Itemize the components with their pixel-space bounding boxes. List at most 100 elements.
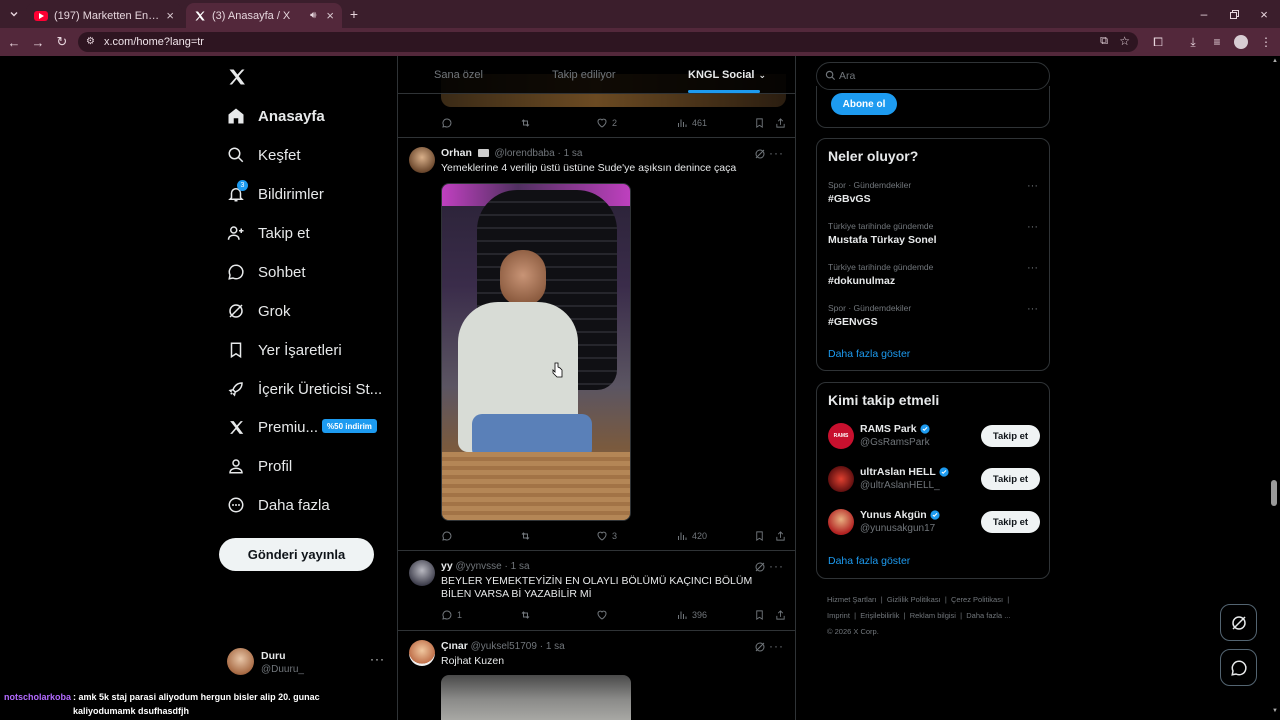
like-button[interactable] xyxy=(596,608,608,622)
new-tab-icon[interactable]: + xyxy=(346,6,362,22)
author-name[interactable]: Çınar xyxy=(441,640,468,652)
follow-suggestion[interactable]: ultrAslan HELL @ultrAslanHELL_ Takip et xyxy=(828,465,1040,495)
scroll-down-icon[interactable]: ▼ xyxy=(1272,708,1278,714)
nav-follow[interactable]: Takip et xyxy=(226,218,310,248)
views-button[interactable]: 420 xyxy=(676,529,707,543)
back-icon[interactable]: ← xyxy=(6,34,22,50)
close-tab-icon[interactable]: × xyxy=(166,8,174,23)
avatar[interactable] xyxy=(409,640,435,666)
minimize-icon[interactable]: – xyxy=(1196,6,1212,22)
footer-link[interactable]: Hizmet Şartları xyxy=(827,595,877,604)
site-info-icon[interactable]: ⚙︎ xyxy=(86,36,95,47)
footer-link[interactable]: Reklam bilgisi xyxy=(910,611,956,620)
tab-kngl-social[interactable]: KNGL Social ⌄ xyxy=(688,56,766,94)
bookmark-icon[interactable] xyxy=(754,529,765,543)
nav-explore[interactable]: Keşfet xyxy=(226,140,301,170)
browser-tab-youtube[interactable]: (197) Marketten En Son Çıkan 2 × xyxy=(26,3,182,28)
share-icon[interactable] xyxy=(775,608,786,622)
footer-link[interactable]: Daha fazla ... xyxy=(966,611,1010,620)
footer-link[interactable]: Erişilebilirlik xyxy=(860,611,899,620)
nav-profile[interactable]: Profil xyxy=(226,451,292,481)
nav-notifications[interactable]: 3 Bildirimler xyxy=(226,179,324,209)
repost-icon[interactable] xyxy=(519,529,532,543)
share-icon[interactable] xyxy=(775,529,786,543)
grok-fab-button[interactable] xyxy=(1220,604,1257,641)
author-name[interactable]: yy xyxy=(441,560,453,572)
nav-more[interactable]: Daha fazla xyxy=(226,490,330,520)
install-app-icon[interactable]: ⧉ xyxy=(1100,35,1108,48)
more-dots-icon[interactable]: ··· xyxy=(1027,221,1038,233)
close-tab-icon[interactable]: × xyxy=(326,8,334,23)
author-handle[interactable]: @lorendbaba xyxy=(494,148,554,159)
bookmark-icon[interactable] xyxy=(754,608,765,622)
grok-icon[interactable] xyxy=(754,641,766,653)
tweet[interactable]: Orhan @lorendbaba · 1 sa ··· Yemeklerine… xyxy=(398,138,795,551)
scrollbar-thumb[interactable] xyxy=(1271,480,1277,506)
trend-item[interactable]: Spor · Gündemdekiler #GENvGS ··· xyxy=(828,303,1038,328)
reload-icon[interactable]: ↻ xyxy=(54,34,70,50)
reply-icon[interactable] xyxy=(441,116,453,130)
more-dots-icon[interactable]: ··· xyxy=(1027,262,1038,274)
share-icon[interactable] xyxy=(775,116,786,130)
avatar[interactable] xyxy=(409,147,435,173)
nav-bookmarks[interactable]: Yer İşaretleri xyxy=(226,335,342,365)
account-switcher[interactable]: Duru @Duuru_ ··· xyxy=(226,644,386,684)
tweet-time[interactable]: 1 sa xyxy=(546,641,565,652)
tweet-time[interactable]: 1 sa xyxy=(564,148,583,159)
trend-item[interactable]: Türkiye tarihinde gündemde #dokunulmaz ·… xyxy=(828,262,1038,287)
follow-suggestion[interactable]: RAMS RAMS Park @GsRamsPark Takip et xyxy=(828,422,1040,452)
like-button[interactable]: 3 xyxy=(596,529,617,543)
more-dots-icon[interactable]: ··· xyxy=(370,652,385,666)
extensions-icon[interactable]: ⧠ xyxy=(1150,34,1166,50)
tweet[interactable]: Çınar @yuksel51709 · 1 sa ··· Rojhat Kuz… xyxy=(398,631,795,720)
tab-search-icon[interactable] xyxy=(6,6,22,22)
messages-fab-button[interactable] xyxy=(1220,649,1257,686)
repost-icon[interactable] xyxy=(519,116,532,130)
author-handle[interactable]: @yuksel51709 xyxy=(471,641,537,652)
nav-home[interactable]: Anasayfa xyxy=(226,101,325,131)
tweet-media[interactable] xyxy=(441,675,631,720)
nav-chat[interactable]: Sohbet xyxy=(226,257,306,287)
avatar[interactable]: RAMS xyxy=(828,423,854,449)
trend-item[interactable]: Spor · Gündemdekiler #GBvGS ··· xyxy=(828,180,1038,205)
reply-button[interactable]: 1 xyxy=(441,608,462,622)
trends-show-more-link[interactable]: Daha fazla göster xyxy=(828,348,910,360)
nav-creator-studio[interactable]: İçerik Üreticisi St... xyxy=(226,374,382,404)
follow-suggestion[interactable]: Yunus Akgün @yunusakgun17 Takip et xyxy=(828,508,1040,538)
close-window-icon[interactable]: × xyxy=(1256,6,1272,22)
subscribe-button[interactable]: Abone ol xyxy=(831,93,897,115)
more-dots-icon[interactable]: ··· xyxy=(1027,303,1038,315)
follow-button[interactable]: Takip et xyxy=(981,511,1040,533)
views-button[interactable]: 396 xyxy=(676,608,707,622)
more-dots-icon[interactable]: ··· xyxy=(1027,180,1038,192)
follow-button[interactable]: Takip et xyxy=(981,425,1040,447)
repost-icon[interactable] xyxy=(519,608,532,622)
forward-icon[interactable]: → xyxy=(30,34,46,50)
follow-button[interactable]: Takip et xyxy=(981,468,1040,490)
browser-tab-x[interactable]: (3) Anasayfa / X 🔊︎ × xyxy=(186,3,342,28)
grok-icon[interactable] xyxy=(754,148,766,160)
footer-link[interactable]: Gizlilik Politikası xyxy=(887,595,941,604)
avatar[interactable] xyxy=(409,560,435,586)
page-scrollbar[interactable]: ▲ ▼ xyxy=(1270,56,1278,720)
grok-icon[interactable] xyxy=(754,561,766,573)
like-button[interactable]: 2 xyxy=(596,116,617,130)
browser-menu-icon[interactable]: ⋮ xyxy=(1258,34,1274,50)
download-icon[interactable]: ⤓ xyxy=(1185,34,1201,50)
avatar[interactable] xyxy=(828,509,854,535)
reply-button[interactable] xyxy=(441,529,453,543)
x-logo-icon[interactable] xyxy=(227,67,247,87)
tweet[interactable]: yy @yynvsse · 1 sa ··· BEYLER YEMEKTEYİZ… xyxy=(398,551,795,631)
restore-icon[interactable] xyxy=(1226,6,1242,22)
media-control-icon[interactable]: ≡ xyxy=(1209,34,1225,50)
profile-avatar-icon[interactable] xyxy=(1233,34,1249,50)
more-dots-icon[interactable]: ··· xyxy=(769,639,784,653)
avatar[interactable] xyxy=(828,466,854,492)
author-handle[interactable]: @yynvsse xyxy=(455,561,501,572)
address-bar[interactable]: ⚙︎ x.com/home?lang=tr ⧉ ☆ xyxy=(78,32,1138,52)
views-button[interactable]: 461 xyxy=(676,116,707,130)
speaker-icon[interactable]: 🔊︎ xyxy=(310,10,316,21)
tweet-video[interactable] xyxy=(441,183,631,521)
trend-item[interactable]: Türkiye tarihinde gündemde Mustafa Türka… xyxy=(828,221,1038,246)
bookmark-icon[interactable] xyxy=(754,116,765,130)
